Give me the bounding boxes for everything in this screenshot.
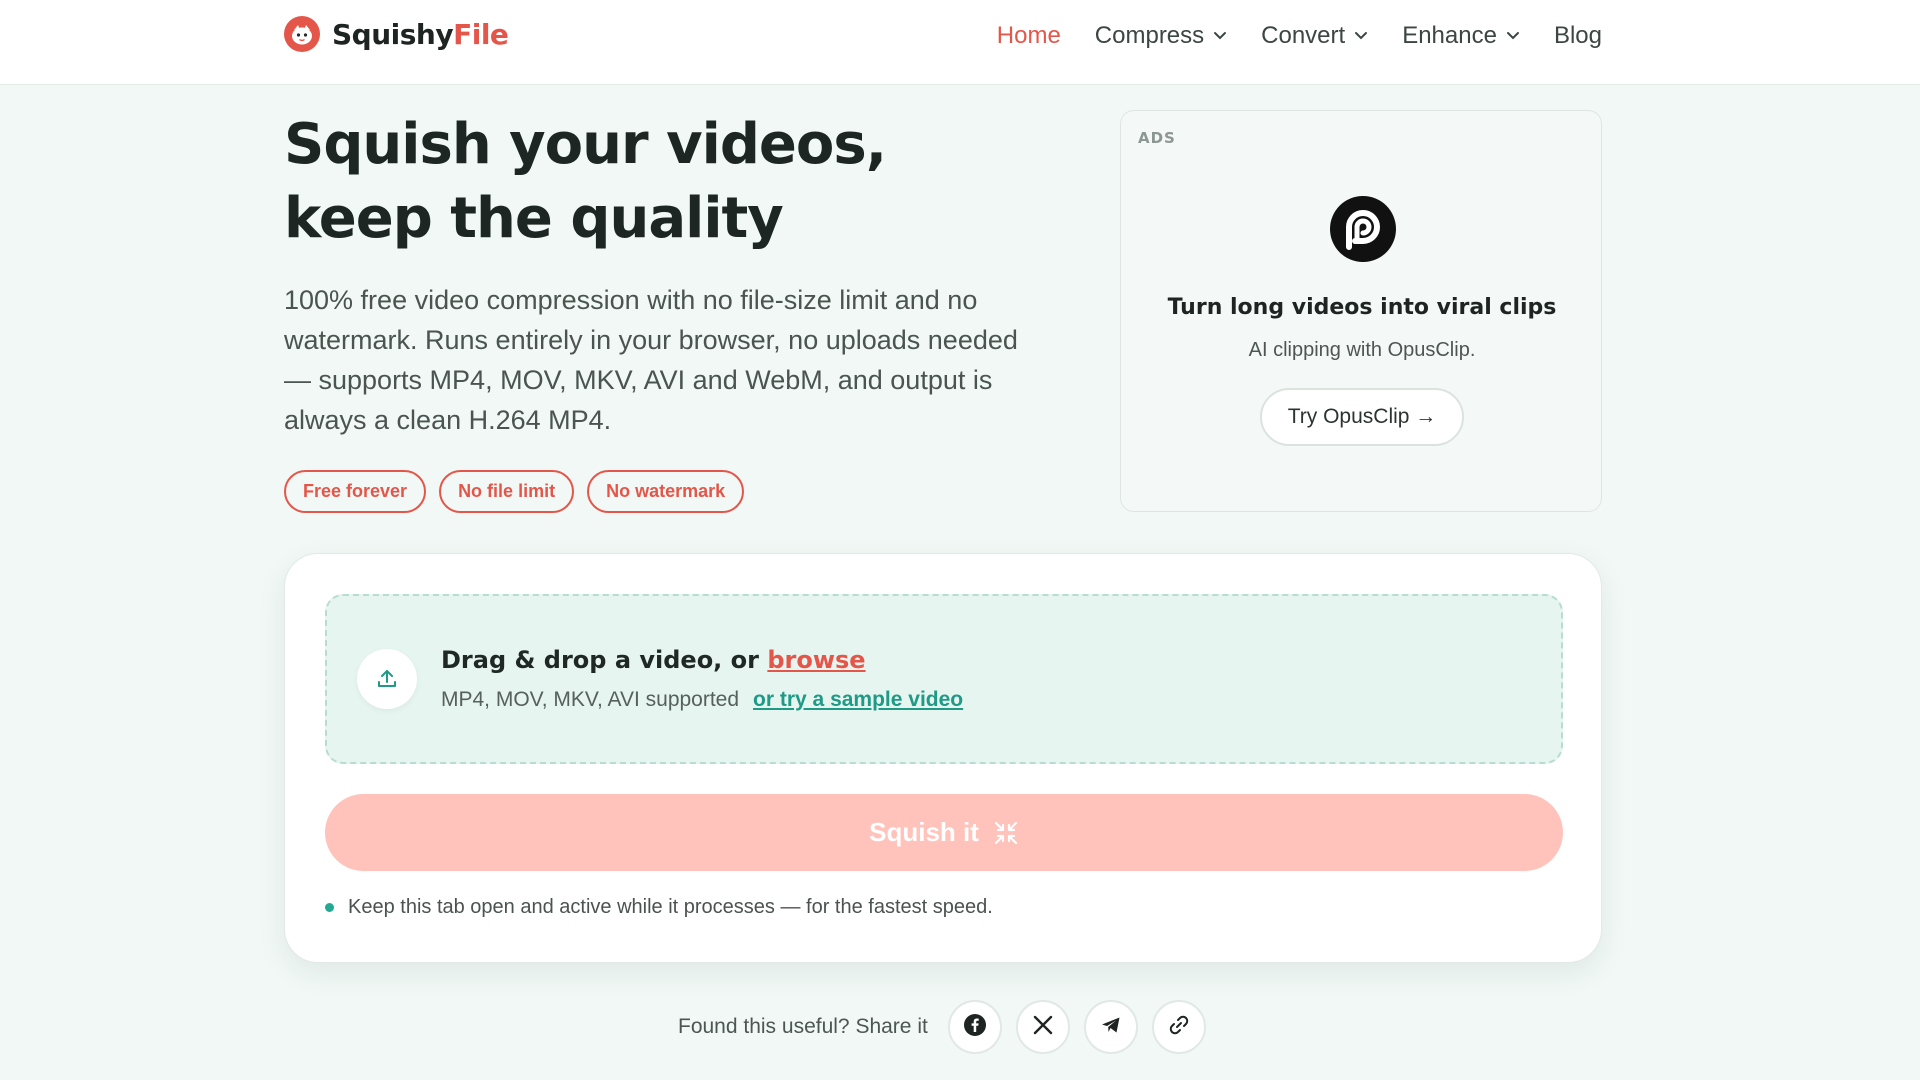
squish-button-label: Squish it <box>869 817 979 847</box>
top-navigation-bar: SquishyFile Home Compress Convert Enhanc… <box>0 0 1920 85</box>
try-opusclip-button[interactable]: Try OpusClip → <box>1260 388 1464 446</box>
chip-no-watermark: No watermark <box>587 470 745 513</box>
nav-item-label: Home <box>996 22 1061 49</box>
compressor-panel: Drag & drop a video, or browse MP4, MOV,… <box>284 553 1602 963</box>
status-dot <box>325 903 334 912</box>
share-bar: Found this useful? Share it <box>678 1000 1220 1054</box>
share-label: Found this useful? Share it <box>678 1015 928 1038</box>
chip-free-forever: Free forever <box>284 470 427 513</box>
nav-item-label: Compress <box>1094 22 1205 49</box>
brand-logo-link[interactable]: SquishyFile <box>284 16 509 52</box>
share-facebook-button[interactable] <box>947 1000 1002 1054</box>
facebook-icon <box>963 1013 987 1041</box>
hero-description: 100% free video compression with no file… <box>284 285 1018 435</box>
drop-instructions: Drag & drop a video, or browse <box>441 646 866 674</box>
tip-text: Keep this tab open and active while it p… <box>348 896 993 918</box>
squishy-mascot-icon <box>284 16 320 52</box>
x-icon <box>1032 1014 1054 1040</box>
upload-icon <box>357 649 417 709</box>
supported-formats: MP4, MOV, MKV, AVI supported <box>441 688 740 711</box>
nav-item-blog[interactable]: Blog <box>1554 22 1602 50</box>
chevron-down-icon <box>1506 31 1520 41</box>
sample-video-link[interactable]: or try a sample video <box>753 688 963 712</box>
telegram-icon <box>1099 1013 1123 1041</box>
nav-item-convert[interactable]: Convert <box>1261 22 1368 50</box>
nav-item-enhance[interactable]: Enhance <box>1402 22 1520 50</box>
squish-it-button[interactable]: Squish it <box>325 794 1563 871</box>
page-title: Squish your videos, keep the quality <box>284 108 1044 256</box>
chip-no-file-limit: No file limit <box>439 470 575 513</box>
ad-subtitle: AI clipping with OpusClip. <box>1248 339 1476 361</box>
compress-arrows-icon <box>993 820 1019 846</box>
drop-subtext: MP4, MOV, MKV, AVI supported or try a sa… <box>441 688 963 712</box>
nav-item-label: Blog <box>1553 22 1602 49</box>
copy-link-button[interactable] <box>1151 1000 1206 1054</box>
nav-item-label: Enhance <box>1402 22 1497 49</box>
link-icon <box>1167 1013 1191 1041</box>
nav-item-home[interactable]: Home <box>997 22 1061 50</box>
feature-chips: Free forever No file limit No watermark <box>284 470 757 513</box>
share-telegram-button[interactable] <box>1083 1000 1138 1054</box>
video-dropzone[interactable]: Drag & drop a video, or browse MP4, MOV,… <box>325 594 1563 764</box>
page-title-line-1: Squish your videos, <box>284 112 887 177</box>
chevron-down-icon <box>1354 31 1368 41</box>
processing-tip: Keep this tab open and active while it p… <box>325 896 993 919</box>
main-nav: Home Compress Convert Enhance Blog <box>963 18 1602 54</box>
brand-name: SquishyFile <box>332 17 509 51</box>
ad-tag: ADS <box>1138 129 1176 147</box>
ad-card: ADS Turn long videos into viral clips AI… <box>1120 110 1602 512</box>
chevron-down-icon <box>1213 31 1227 41</box>
page-title-line-2: keep the quality <box>284 186 784 251</box>
opusclip-logo-icon <box>1325 191 1401 267</box>
share-x-button[interactable] <box>1015 1000 1070 1054</box>
nav-item-label: Convert <box>1261 22 1346 49</box>
nav-item-compress[interactable]: Compress <box>1095 22 1227 50</box>
drop-text: Drag & drop a video, or <box>441 646 759 674</box>
ad-title: Turn long videos into viral clips <box>1167 295 1557 320</box>
browse-link[interactable]: browse <box>767 646 865 674</box>
